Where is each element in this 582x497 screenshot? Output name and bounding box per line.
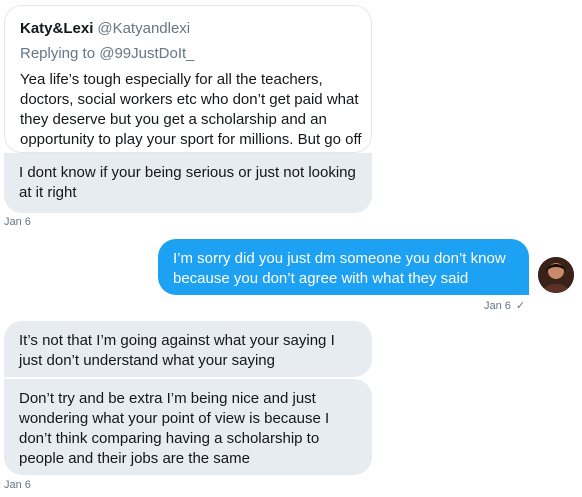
avatar[interactable] bbox=[538, 257, 574, 293]
quoted-tweet-author-name: Katy&Lexi bbox=[20, 20, 94, 37]
quoted-tweet-author-handle: @Katyandlexi bbox=[97, 20, 191, 37]
message-timestamp: Jan 6 bbox=[4, 216, 31, 228]
quoted-tweet-header: Katy&Lexi @Katyandlexi bbox=[20, 20, 190, 37]
message-bubble-sent[interactable]: I’m sorry did you just dm someone you do… bbox=[158, 239, 529, 295]
message-timestamp-sent: Jan 6 ✓ bbox=[484, 299, 525, 312]
timestamp-text: Jan 6 bbox=[484, 300, 511, 312]
quoted-tweet-text: Yea life’s tough especially for all the … bbox=[20, 71, 362, 148]
message-bubble-received[interactable]: Don’t try and be extra I’m being nice an… bbox=[4, 379, 372, 475]
avatar-photo-icon bbox=[538, 257, 574, 293]
message-bubble-received[interactable]: I dont know if your being serious or jus… bbox=[4, 153, 372, 213]
replying-to-handle-link[interactable]: @99JustDoIt_ bbox=[99, 45, 194, 62]
read-check-icon: ✓ bbox=[515, 300, 526, 312]
message-bubble-received[interactable]: It’s not that I’m going against what you… bbox=[4, 321, 372, 377]
quoted-tweet-card[interactable]: Katy&Lexi @Katyandlexi Replying to @99Jus… bbox=[4, 5, 372, 153]
message-timestamp: Jan 6 bbox=[4, 479, 31, 491]
replying-to-label: Replying to bbox=[20, 45, 96, 62]
quoted-tweet-replying-to: Replying to @99JustDoIt_ bbox=[20, 45, 195, 62]
